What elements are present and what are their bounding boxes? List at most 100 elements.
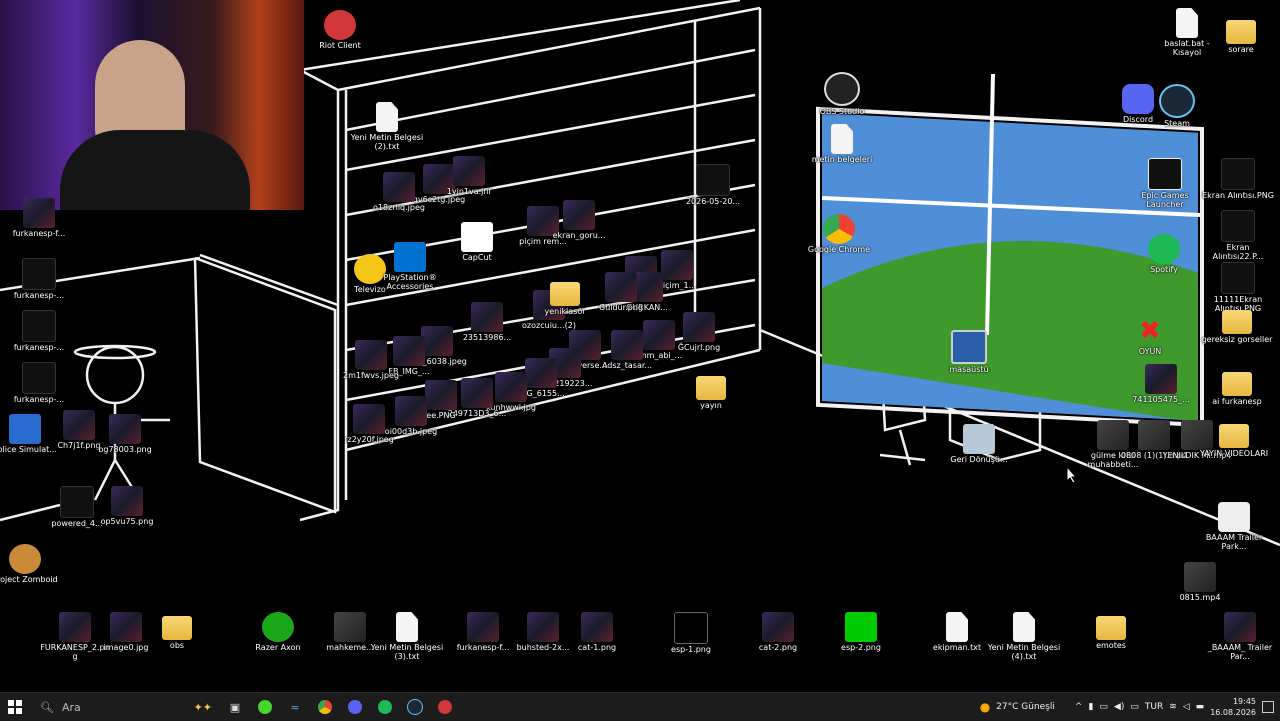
desktop-icon[interactable]: 2m1fwvs.jpeg — [334, 340, 408, 380]
desktop-icon-label: yayın — [700, 401, 722, 410]
desktop-icon[interactable]: furkanesp-f... — [2, 198, 76, 238]
taskbar-razer[interactable] — [250, 693, 280, 721]
desktop-icon[interactable]: cat-2.png — [741, 612, 815, 652]
desktop-icon-label: cat-1.png — [577, 643, 617, 652]
desktop-icon[interactable]: BAAAM Trailer Park... — [1197, 502, 1271, 551]
desktop-icon[interactable]: sorare — [1204, 16, 1278, 54]
wifi-icon[interactable]: ≋ — [1169, 702, 1177, 712]
desktop-icon[interactable]: Yeni Metin Belgesi (4).txt — [987, 612, 1061, 661]
desktop-icon[interactable]: PlayStation® Accessories — [373, 242, 447, 291]
video-icon — [334, 612, 366, 642]
thumb-icon — [581, 612, 613, 642]
taskbar-discord[interactable] — [340, 693, 370, 721]
desktop-icon[interactable]: Police Simulat... — [0, 414, 62, 454]
desktop-icon[interactable]: obs — [140, 612, 214, 650]
desktop-icon[interactable]: emotes — [1074, 612, 1148, 650]
clock-date: 16.08.2026 — [1210, 708, 1256, 717]
desktop-icon[interactable]: yeniklasör — [528, 278, 602, 316]
desktop-icon[interactable]: cat-1.png — [560, 612, 634, 652]
file-icon — [396, 612, 418, 642]
file-icon — [1176, 8, 1198, 38]
volume-icon[interactable]: ◀) — [1114, 702, 1124, 712]
desktop-icon-label: 2m1fwvs.jpeg — [343, 371, 399, 380]
copilot-sparkle-icon: ✦✦ — [193, 700, 212, 714]
taskbar-steam[interactable] — [400, 693, 430, 721]
taskbar-chrome[interactable] — [310, 693, 340, 721]
desktop-icon[interactable]: masaüstü — [932, 330, 1006, 374]
start-button[interactable] — [0, 693, 30, 721]
desktop-icon[interactable]: Geri Dönüşü... — [942, 424, 1016, 464]
desktop-icon[interactable]: furkanesp-... — [2, 362, 76, 404]
battery-tray-icon[interactable]: ▬ — [1196, 702, 1205, 712]
desktop-icon[interactable]: Razer Axon — [241, 612, 315, 652]
desktop-icon[interactable]: bg78003.png — [88, 414, 162, 454]
desktop-icon[interactable]: Epic Games Launcher — [1128, 158, 1202, 209]
desktop-icon-label: ekran_goru... — [552, 231, 606, 240]
language-indicator[interactable]: TUR — [1145, 702, 1163, 712]
desktop-icon[interactable]: 741105475_... — [1124, 364, 1198, 404]
system-tray: ● 27°C Güneşli ^ ▮ ▭ ◀) ▭ TUR ≋ ◁ ▬ 19:4… — [980, 693, 1280, 721]
desktop-icon[interactable]: Steam — [1140, 84, 1214, 128]
desktop-icon[interactable]: 1yjn1va.jfif — [432, 156, 506, 196]
desktop-icon[interactable]: 0815.mp4 — [1163, 562, 1237, 602]
search-box[interactable]: 🔍︎ Ara ✦✦ — [30, 693, 220, 721]
desktop-icon-label: furkanesp-... — [13, 395, 65, 404]
desktop-icon[interactable]: Ekran Alıntısı22.P... — [1201, 210, 1275, 261]
network-icon[interactable]: ▭ — [1099, 702, 1108, 712]
desktop-icon[interactable]: ekipman.txt — [920, 612, 994, 652]
folder-icon — [550, 282, 580, 306]
desktop-icon-label: furkanesp-... — [13, 343, 65, 352]
desktop-icon[interactable]: _BAAAM_ Trailer Par... — [1203, 612, 1277, 661]
desktop-icon[interactable]: Project Zomboid — [0, 544, 62, 584]
desktop-icon[interactable]: furkanesp-... — [2, 258, 76, 300]
desktop-icon[interactable]: gereksiz gorseller — [1200, 306, 1274, 344]
desktop-icon[interactable]: Riot Client — [303, 10, 377, 50]
task-view-button[interactable]: ▣ — [220, 693, 250, 721]
desktop-icon[interactable]: esp-2.png — [824, 612, 898, 652]
desktop-icon-label: yeniklasör — [544, 307, 586, 316]
thumb-icon — [110, 612, 142, 642]
thumb-icon — [353, 404, 385, 434]
clock-time: 19:45 — [1232, 697, 1256, 706]
desktop-icon[interactable]: 2026-05-20... — [676, 164, 750, 206]
mouse-cursor-icon — [1066, 466, 1078, 484]
clock[interactable]: 19:45 16.08.2026 — [1210, 696, 1256, 718]
desktop-icon[interactable]: Yeni Metin Belgesi (2).txt — [350, 102, 424, 151]
desktop-icon-label: Yeni Metin Belgesi (2).txt — [350, 133, 424, 151]
desktop-icon[interactable]: ✖ OYUN — [1113, 316, 1187, 356]
taskbar-app[interactable]: ≈ — [280, 693, 310, 721]
folder-icon — [1222, 310, 1252, 334]
desktop-icon[interactable]: rz2y20f.jpeg — [332, 404, 406, 444]
chevron-up-icon[interactable]: ^ — [1075, 702, 1083, 712]
taskbar: 🔍︎ Ara ✦✦ ▣ ≈ ● 27°C Güneşli ^ ▮ ▭ ◀) ▭ … — [0, 692, 1280, 721]
microphone-icon[interactable]: ▮ — [1088, 702, 1093, 712]
desktop-icon[interactable]: YAYIN VIDEOLARI — [1197, 420, 1271, 458]
desktop-icon-label: Razer Axon — [255, 643, 301, 652]
spotify-icon — [1148, 234, 1180, 264]
desktop-icon[interactable]: Spotify — [1127, 234, 1201, 274]
taskbar-riot[interactable] — [430, 693, 460, 721]
desktop-icon[interactable]: ekran_goru... — [542, 200, 616, 240]
desktop-icon[interactable]: Yeni Metin Belgesi (3).txt — [370, 612, 444, 661]
taskbar-spotify[interactable] — [370, 693, 400, 721]
desktop-icon-label: ai furkanesp — [1212, 397, 1262, 406]
desktop-icon[interactable]: CapCut — [440, 222, 514, 262]
weather-text[interactable]: 27°C Güneşli — [996, 702, 1055, 712]
epic-icon — [1148, 158, 1182, 190]
desktop-icon[interactable]: Google Chrome — [802, 214, 876, 254]
speaker-icon[interactable]: ◁ — [1183, 702, 1190, 712]
desktop-icon[interactable]: metin belgeleri — [805, 124, 879, 164]
desktop-icon[interactable]: OBS Studio — [805, 72, 879, 116]
desktop-icon[interactable]: yayın — [674, 372, 748, 410]
desktop-icon[interactable]: furkanesp-... — [2, 310, 76, 352]
desktop-icon[interactable]: o18zrliq.jpeg — [362, 172, 436, 212]
desktop-icon[interactable]: ai furkanesp — [1200, 368, 1274, 406]
battery-icon[interactable]: ▭ — [1130, 702, 1139, 712]
desktop-icon-label: emotes — [1096, 641, 1126, 650]
desktop-icon[interactable]: esp-1.png — [654, 612, 728, 654]
notification-icon[interactable] — [1262, 701, 1274, 713]
desktop-icon[interactable]: op5vu75.png — [90, 486, 164, 526]
desktop-icon[interactable]: Ekran Alıntısı.PNG — [1201, 158, 1275, 200]
chrome-icon — [823, 214, 855, 244]
desktop-icon-label: op5vu75.png — [100, 517, 154, 526]
